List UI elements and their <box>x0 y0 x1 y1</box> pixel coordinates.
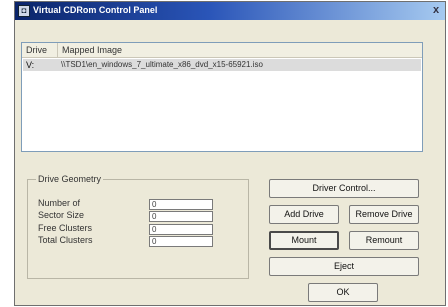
groupbox-title: Drive Geometry <box>36 174 104 184</box>
list-item[interactable]: V: \\TSD1\en_windows_7_ultimate_x86_dvd_… <box>23 59 421 71</box>
free-clusters-label: Free Clusters <box>38 223 93 233</box>
mapped-drives-list[interactable]: Drive Mapped Image V: \\TSD1\en_windows_… <box>21 42 423 152</box>
window-title: Virtual CDRom Control Panel <box>33 5 158 15</box>
app-icon: ◘ <box>18 5 30 17</box>
remove-drive-button[interactable]: Remove Drive <box>349 205 419 224</box>
sector-size-label: Sector Size <box>38 210 85 220</box>
control-panel-window: ◘ Virtual CDRom Control Panel x Drive Ma… <box>14 1 446 306</box>
free-clusters-field: 0 <box>149 224 213 235</box>
close-icon[interactable]: x <box>429 4 443 17</box>
number-of-label: Number of <box>38 198 81 208</box>
mount-button[interactable]: Mount <box>269 231 339 250</box>
drive-letter: V: <box>26 60 35 70</box>
column-header-drive[interactable]: Drive <box>22 43 58 57</box>
sector-size-field: 0 <box>149 211 213 222</box>
total-clusters-label: Total Clusters <box>38 235 93 245</box>
drive-geometry-group: Drive Geometry Number of 0 Sector Size 0… <box>27 174 249 279</box>
title-bar[interactable]: ◘ Virtual CDRom Control Panel x <box>15 2 445 20</box>
driver-control-button[interactable]: Driver Control... <box>269 179 419 198</box>
ok-button[interactable]: OK <box>308 283 378 302</box>
total-clusters-field: 0 <box>149 236 213 247</box>
number-of-field: 0 <box>149 199 213 210</box>
column-header-mapped-image[interactable]: Mapped Image <box>58 43 422 57</box>
list-header: Drive Mapped Image <box>22 43 422 58</box>
mapped-image-path: \\TSD1\en_windows_7_ultimate_x86_dvd_x15… <box>61 60 263 69</box>
eject-button[interactable]: Eject <box>269 257 419 276</box>
remount-button[interactable]: Remount <box>349 231 419 250</box>
add-drive-button[interactable]: Add Drive <box>269 205 339 224</box>
